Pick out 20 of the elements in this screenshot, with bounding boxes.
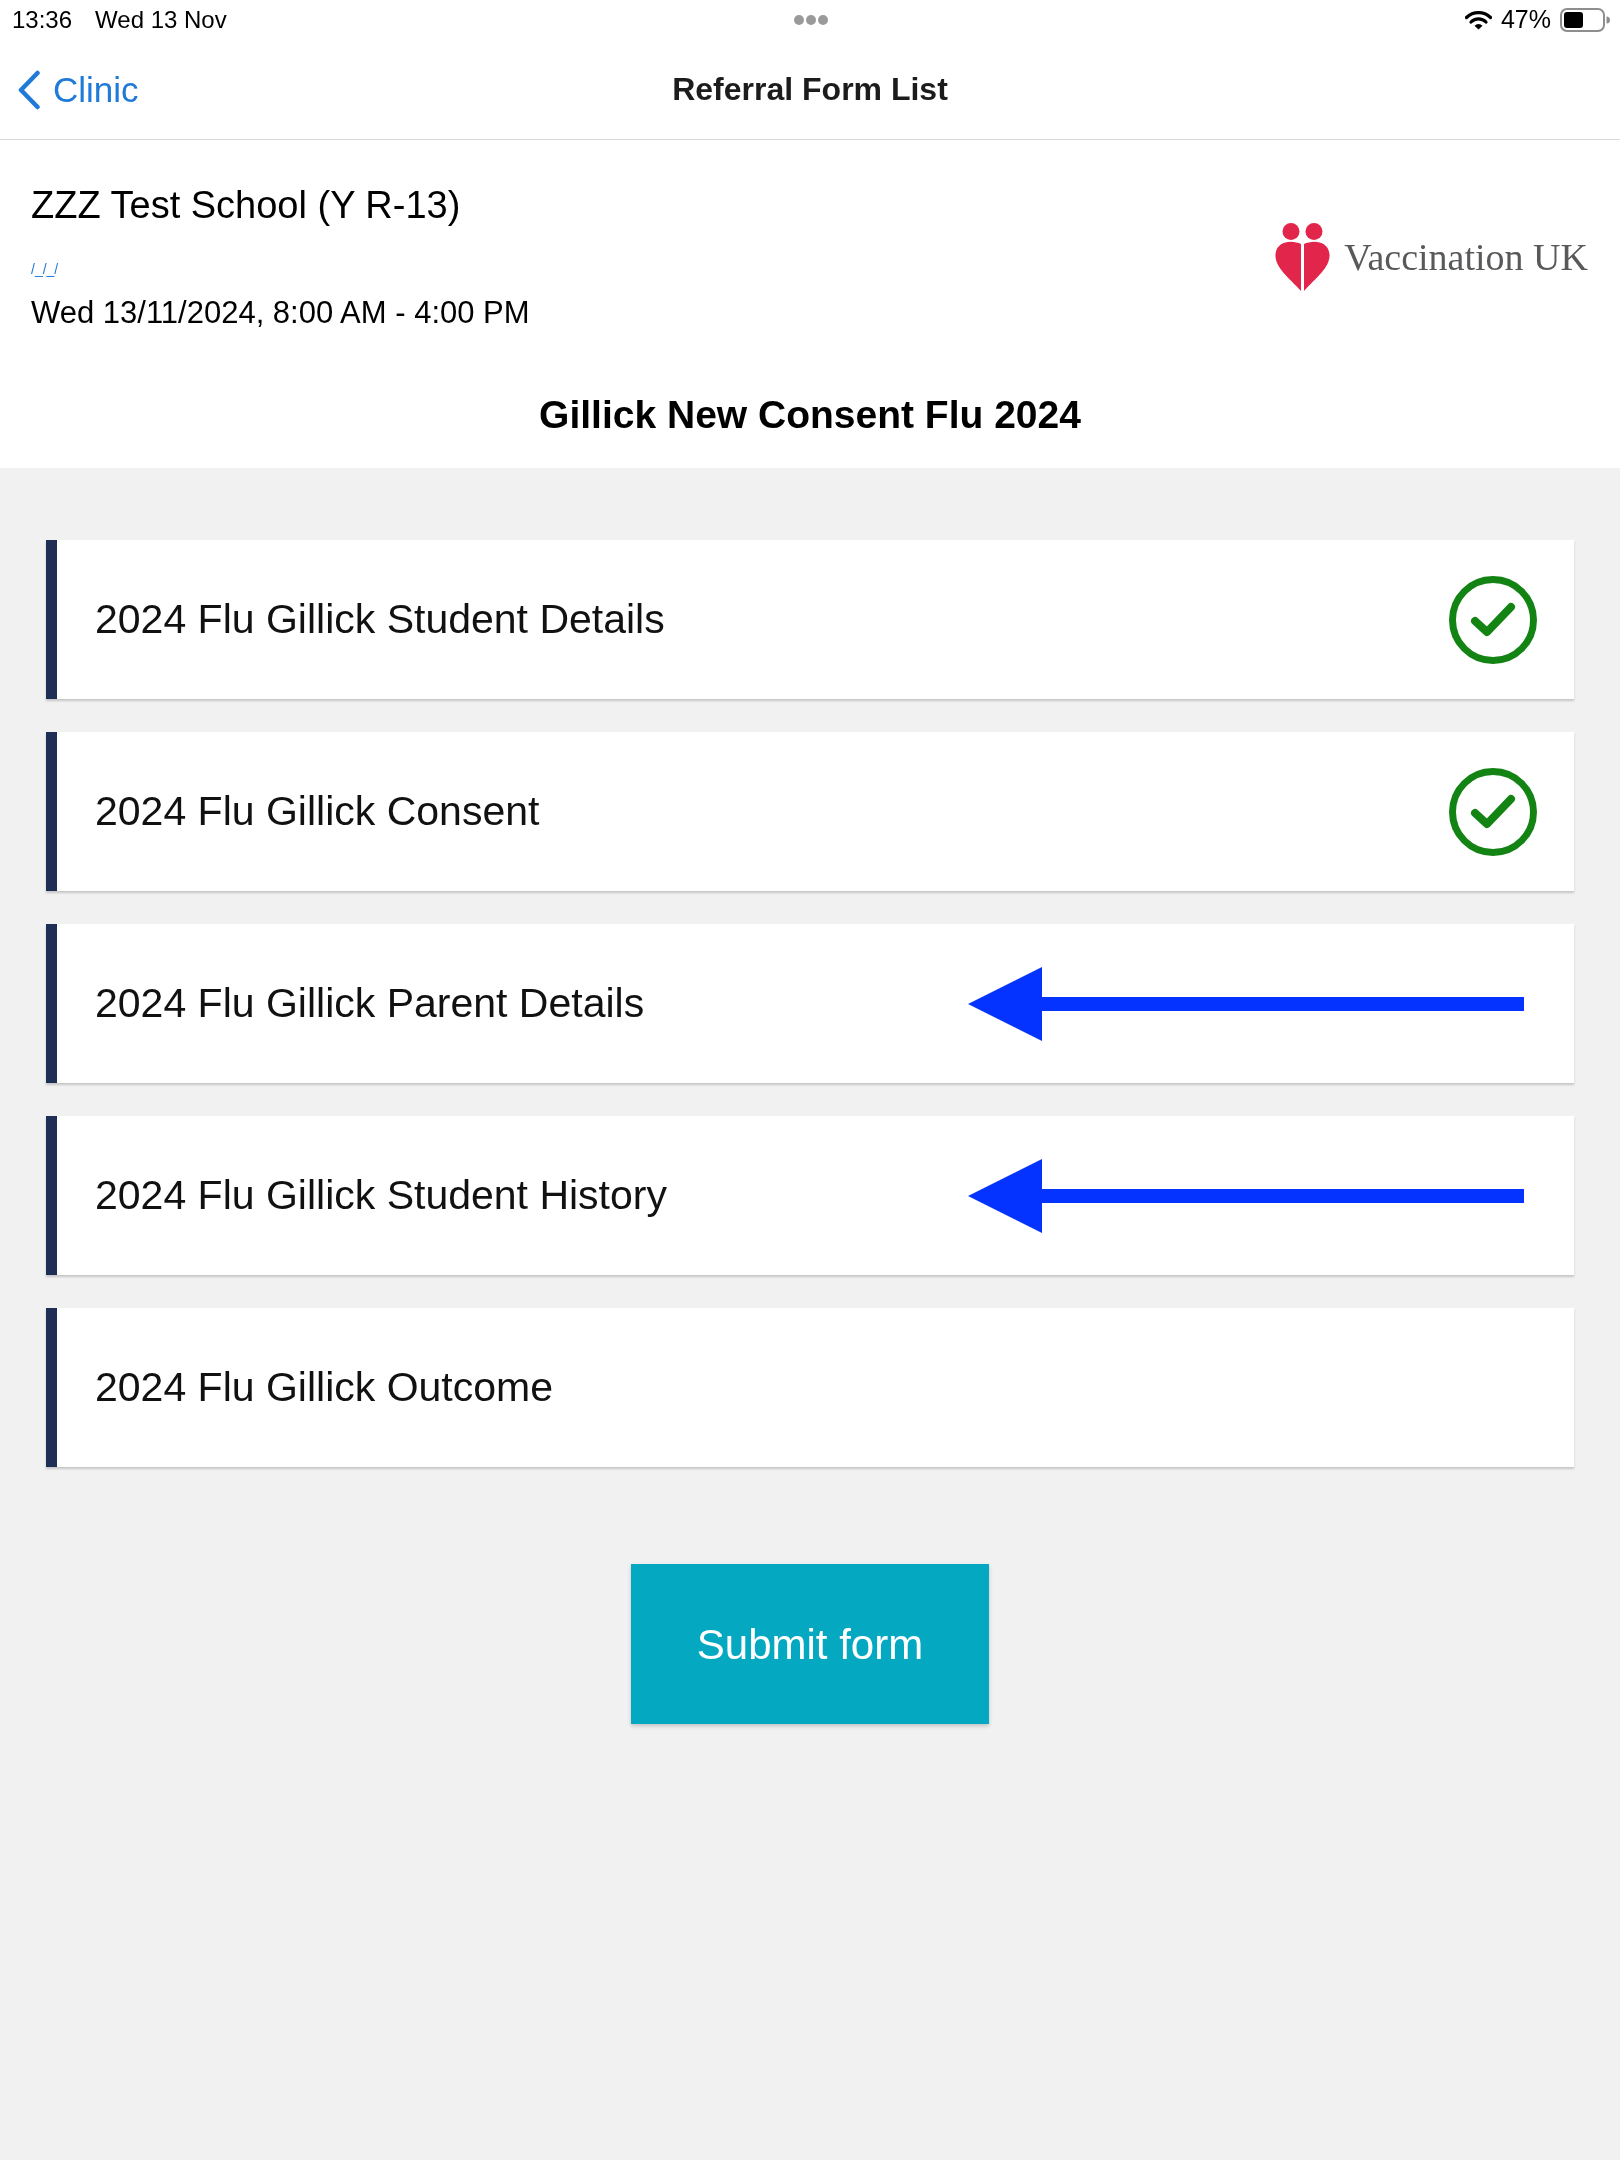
wifi-icon — [1464, 10, 1492, 30]
logo-text: Vaccination UK — [1344, 234, 1588, 280]
form-title: Gillick New Consent Flu 2024 — [538, 392, 1082, 438]
session-date: Wed 13/11/2024, 8:00 AM - 4:00 PM — [31, 294, 530, 332]
form-section-item[interactable]: 2024 Flu Gillick Outcome — [46, 1308, 1574, 1467]
status-time: 13:36 — [12, 5, 73, 35]
battery-icon — [1560, 8, 1610, 32]
form-section-item[interactable]: 2024 Flu Gillick Parent Details — [46, 924, 1574, 1083]
heart-logo-icon — [1274, 223, 1332, 291]
school-name: ZZZ Test School (Y R-13) — [31, 183, 461, 228]
form-section-item[interactable]: 2024 Flu Gillick Student History — [46, 1116, 1574, 1275]
battery-percent: 47% — [1500, 4, 1551, 36]
form-section-item[interactable]: 2024 Flu Gillick Consent — [46, 732, 1574, 891]
chevron-left-icon — [17, 69, 41, 110]
session-link[interactable]: /_/_/ — [31, 261, 59, 277]
form-section-item[interactable]: 2024 Flu Gillick Student Details — [46, 540, 1574, 699]
page-title: Referral Form List — [672, 70, 948, 109]
more-dots-icon[interactable] — [794, 15, 828, 25]
status-date: Wed 13 Nov — [95, 5, 227, 35]
back-button[interactable]: Clinic — [17, 69, 139, 110]
